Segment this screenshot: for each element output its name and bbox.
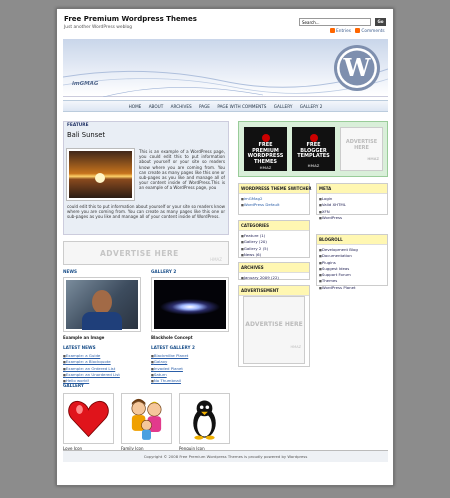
theme-switcher-list: imGMag2 WordPress Default	[239, 194, 309, 211]
promo-tile-blogger-templates[interactable]: FREE BLOGGER TEMPLATES HMAZ	[292, 127, 335, 171]
advertise-banner[interactable]: ADVERTISE HERE HMAZ	[63, 241, 229, 265]
feature-text-continued: could edit this to put information about…	[67, 204, 225, 220]
search-button[interactable]: Go	[375, 18, 386, 26]
feature-text: This is an example of a WordPress page, …	[139, 149, 225, 191]
nav-page-with-comments[interactable]: PAGE WITH COMMENTS	[217, 101, 266, 113]
tile-footer: HMAZ	[307, 163, 320, 168]
list-item[interactable]: January 2009 (22)	[241, 275, 307, 281]
rss-icon	[355, 28, 361, 33]
feature-post-title[interactable]: Bali Sunset	[67, 131, 105, 139]
categories-list: Feature (1) Gallery (20) Gallery 2 (5) N…	[239, 231, 309, 260]
gallery-heading[interactable]: GALLERY	[63, 383, 84, 388]
tile-line: TEMPLATES	[297, 153, 330, 160]
family-icon	[131, 398, 162, 440]
shirt-shape	[82, 312, 122, 330]
list-item[interactable]: Invaded Planet	[151, 366, 188, 372]
blogroll-widget: BLOGROLL Development Blog Documentation …	[316, 234, 388, 290]
latest-gallery2-heading: LATEST GALLERY 2	[151, 345, 195, 350]
theme-switcher-widget: WORDPRESS THEME SWITCHER imGMag2 WordPre…	[238, 183, 311, 215]
banner-logo-text: imGMAG	[72, 81, 99, 87]
archives-list: January 2009 (22)	[239, 273, 309, 283]
list-item[interactable]: WordPress Default	[241, 202, 307, 208]
gallery2-thumbnail[interactable]	[151, 277, 229, 332]
comments-label: Comments	[361, 29, 385, 34]
meta-list: Login Valid XHTML XFN WordPress	[317, 194, 387, 223]
latest-news-list: Example: a Guide Example: a Blockquote E…	[63, 353, 120, 384]
advertise-brand: HMAZ	[210, 257, 222, 262]
promo-tile-premium-themes[interactable]: FREE PREMIUM WORDPRESS THEMES HMAZ	[244, 127, 287, 171]
widget-heading: WORDPRESS THEME SWITCHER	[239, 184, 311, 194]
promo-tiles-box: FREE PREMIUM WORDPRESS THEMES HMAZ FREE …	[238, 121, 388, 177]
rss-icon	[330, 28, 335, 33]
gallery-thumbnail-penguin[interactable]	[179, 393, 230, 444]
advertise-box-text: ADVERTISE HERE	[245, 321, 303, 328]
widget-heading: META	[317, 184, 387, 194]
widget-heading: CATEGORIES	[239, 221, 309, 231]
categories-widget: CATEGORIES Feature (1) Gallery (20) Gall…	[238, 220, 310, 258]
blackhole-image	[154, 280, 226, 329]
advertisement-widget: ADVERTISEMENT ADVERTISE HERE HMAZ	[238, 285, 310, 367]
nav-archives[interactable]: ARCHIVES	[171, 101, 192, 113]
latest-gallery2-list: Blackmilke Planet Galaxy Invaded Planet …	[151, 353, 188, 384]
svg-text:W: W	[343, 53, 372, 82]
promo-tile-advertise[interactable]: ADVERTISE HERE HMAZ	[340, 127, 383, 171]
list-item[interactable]: News (6)	[241, 252, 307, 258]
heart-icon	[68, 400, 109, 438]
tile-footer: HMAZ	[259, 166, 272, 171]
feature-sunset-image[interactable]	[66, 148, 135, 201]
nav-gallery-2[interactable]: GALLERY 2	[300, 101, 323, 113]
wordpress-logo-icon: W	[334, 45, 380, 91]
blogroll-list: Development Blog Documentation Plugins S…	[317, 245, 387, 293]
penguin-icon	[193, 400, 216, 440]
archives-widget: ARCHIVES January 2009 (22)	[238, 262, 310, 280]
advertise-box[interactable]: ADVERTISE HERE HMAZ	[243, 296, 305, 364]
face-shape	[92, 290, 112, 314]
sun-shape	[95, 173, 105, 183]
entries-label: Entries	[336, 29, 351, 34]
gallery2-caption[interactable]: Blackhole Concept	[151, 335, 193, 340]
gallery2-heading[interactable]: GALLERY 2	[151, 269, 176, 274]
list-item[interactable]: No Thumbnail	[151, 378, 188, 384]
feature-label: FEATURE	[67, 123, 89, 128]
advertise-text: ADVERTISE HERE	[100, 249, 179, 258]
main-navigation: HOME ABOUT ARCHIVES PAGE PAGE WITH COMME…	[63, 100, 388, 112]
red-dot-icon	[309, 134, 318, 142]
meta-widget: META Login Valid XHTML XFN WordPress	[316, 183, 388, 220]
widget-heading: ARCHIVES	[239, 263, 309, 273]
list-item[interactable]: WordPress Planet	[319, 285, 385, 291]
page-container: Free Premium Wordpress Themes Just anoth…	[56, 8, 394, 486]
red-dot-icon	[261, 134, 270, 142]
comments-feed-link[interactable]: Comments	[355, 28, 385, 34]
header-banner: imGMAG W	[63, 39, 388, 97]
widget-heading: BLOGROLL	[317, 235, 387, 245]
list-item[interactable]: Example: an Ordered List	[63, 366, 120, 372]
news-heading[interactable]: NEWS	[63, 269, 77, 274]
latest-news-heading: LATEST NEWS	[63, 345, 96, 350]
news-caption[interactable]: Example an Image	[63, 335, 104, 340]
entries-feed-link[interactable]: Entries	[330, 28, 351, 34]
news-photo	[66, 280, 138, 330]
tile-footer: HMAZ	[367, 157, 379, 162]
nav-about[interactable]: ABOUT	[149, 101, 164, 113]
nav-page[interactable]: PAGE	[199, 101, 210, 113]
widget-heading: ADVERTISEMENT	[239, 286, 309, 296]
tile-line: THEMES	[253, 158, 277, 165]
search-input[interactable]	[299, 18, 371, 26]
nav-gallery[interactable]: GALLERY	[274, 101, 293, 113]
nav-home[interactable]: HOME	[129, 101, 142, 113]
site-description: Just another WordPress weblog	[64, 25, 133, 30]
footer: Copyright © 2008 Free Premium Wordpress …	[63, 450, 388, 462]
list-item[interactable]: WordPress	[319, 215, 385, 221]
gallery-thumbnail-family[interactable]	[121, 393, 172, 444]
gallery-thumbnail-love[interactable]	[63, 393, 114, 444]
news-thumbnail[interactable]	[63, 277, 141, 332]
feed-links: Entries Comments	[327, 28, 385, 34]
site-title[interactable]: Free Premium Wordpress Themes	[64, 15, 197, 23]
advertise-box-brand: HMAZ	[290, 345, 301, 349]
tile-line: HERE	[354, 144, 369, 151]
